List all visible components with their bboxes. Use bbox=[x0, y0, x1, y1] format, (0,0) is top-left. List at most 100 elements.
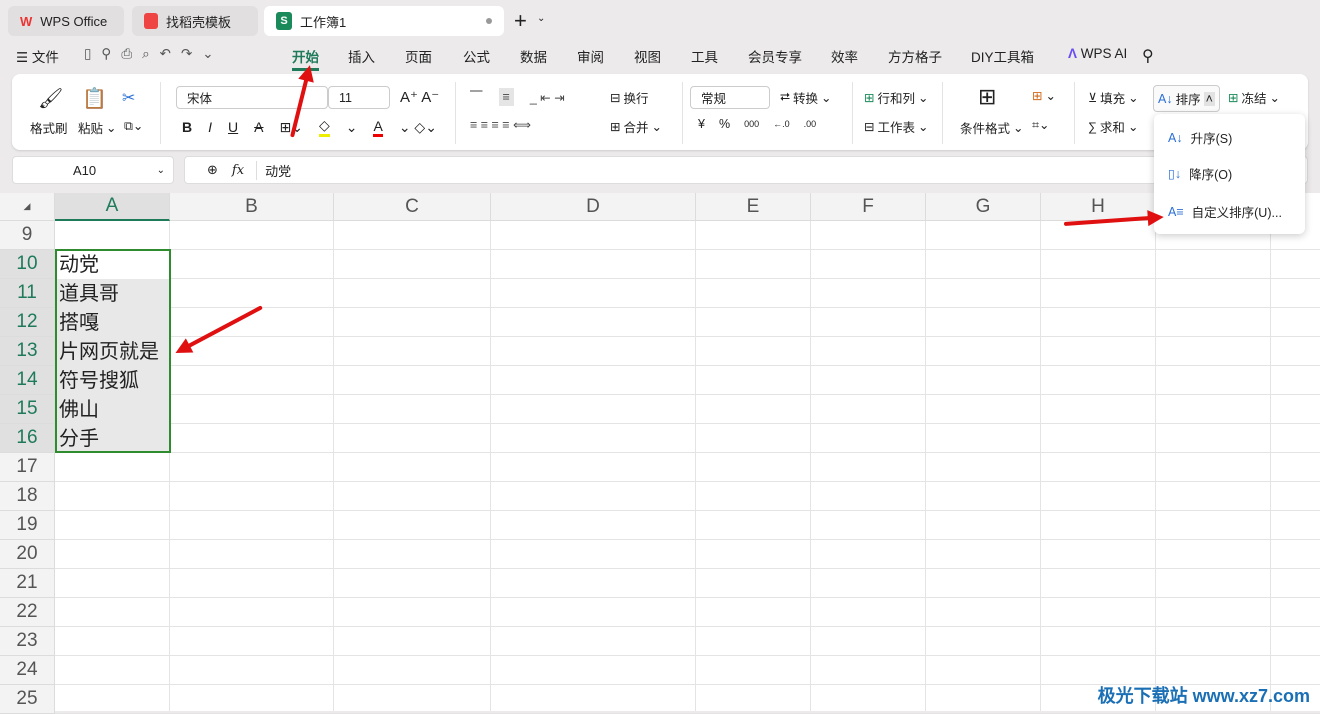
cut-icon[interactable]: ✂ bbox=[122, 88, 135, 108]
menu-item-diy[interactable]: DIY工具箱 bbox=[971, 46, 1034, 66]
row-header-21[interactable]: 21 bbox=[0, 569, 55, 598]
column-header-a[interactable]: A bbox=[55, 193, 170, 221]
menu-item-data[interactable]: 数据 bbox=[520, 46, 547, 66]
row-header-13[interactable]: 13 bbox=[0, 337, 55, 366]
menu-label: 降序(O) bbox=[1189, 168, 1233, 182]
spreadsheet-grid[interactable]: ◢ ABCDEFGHI91011121314151617181920212223… bbox=[0, 193, 1320, 714]
zoom-icon[interactable]: ⊕ bbox=[207, 162, 218, 178]
row-header-9[interactable]: 9 bbox=[0, 221, 55, 250]
menu-item-insert[interactable]: 插入 bbox=[348, 46, 375, 66]
formula-bar[interactable]: ⊕ fx 动党 bbox=[184, 156, 1308, 184]
chevron-down-icon[interactable]: ⌄ bbox=[537, 13, 545, 24]
sum-button[interactable]: ∑ 求和 ⌄ bbox=[1088, 117, 1138, 136]
worksheet-label: 工作表 bbox=[877, 121, 915, 135]
thousands-button[interactable]: 000 bbox=[744, 119, 759, 129]
gridline bbox=[1040, 221, 1041, 711]
decimal-decrease-button[interactable]: .00 bbox=[804, 119, 817, 129]
number-buttons[interactable]: ¥% 000 ←.0 .00 bbox=[698, 117, 816, 131]
row-header-17[interactable]: 17 bbox=[0, 453, 55, 482]
tab-workbook[interactable]: S 工作簿1 bbox=[264, 6, 504, 36]
row-header-11[interactable]: 11 bbox=[0, 279, 55, 308]
fx-icon[interactable]: fx bbox=[232, 163, 244, 178]
convert-button[interactable]: ⮂ 转换 ⌄ bbox=[780, 88, 832, 107]
tab-template[interactable]: 找稻壳模板 bbox=[132, 6, 258, 36]
wrap-text-button[interactable]: ⊟ 换行 bbox=[610, 88, 649, 107]
quick-access-icons[interactable]: ▯⚲⎙⌕↶↷⌄ bbox=[84, 46, 224, 62]
row-header-25[interactable]: 25 bbox=[0, 685, 55, 714]
formula-input[interactable]: 动党 bbox=[256, 160, 291, 180]
menu-item-tools[interactable]: 工具 bbox=[691, 46, 718, 66]
sort-button[interactable]: A↓ 排序 ˄ bbox=[1153, 85, 1220, 112]
row-header-16[interactable]: 16 bbox=[0, 424, 55, 453]
cell-a15[interactable]: 佛山 bbox=[56, 395, 170, 424]
row-header-12[interactable]: 12 bbox=[0, 308, 55, 337]
decimal-increase-button[interactable]: ←.0 bbox=[773, 119, 790, 129]
tab-wps-office[interactable]: W WPS Office bbox=[8, 6, 124, 36]
gridline bbox=[1270, 221, 1271, 711]
menu-item-efficiency[interactable]: 效率 bbox=[831, 46, 858, 66]
cell-style-icon[interactable]: ⊞ ⌄ bbox=[1032, 88, 1056, 103]
row-header-22[interactable]: 22 bbox=[0, 598, 55, 627]
halign-buttons[interactable]: ≡ ≡ ≡ ≡ ⟺ bbox=[470, 117, 531, 132]
new-tab-icon[interactable]: + bbox=[514, 8, 527, 34]
cell-a12[interactable]: 搭嘎 bbox=[56, 308, 170, 337]
row-header-20[interactable]: 20 bbox=[0, 540, 55, 569]
menu-item-formula[interactable]: 公式 bbox=[463, 46, 490, 66]
column-header-e[interactable]: E bbox=[696, 193, 811, 221]
row-header-14[interactable]: 14 bbox=[0, 366, 55, 395]
merge-button[interactable]: ⊞ 合并 ⌄ bbox=[610, 117, 662, 136]
cell-a13[interactable]: 片网页就是 bbox=[56, 337, 170, 366]
sort-descending-item[interactable]: ▯↓ 降序(O) bbox=[1168, 164, 1232, 183]
copy-icon[interactable]: ⧉⌄ bbox=[124, 118, 143, 134]
menu-item-review[interactable]: 审阅 bbox=[577, 46, 604, 66]
row-header-24[interactable]: 24 bbox=[0, 656, 55, 685]
format-painter-button[interactable]: 格式刷 bbox=[30, 118, 68, 137]
rows-cols-button[interactable]: ⊞ 行和列 ⌄ bbox=[864, 88, 928, 107]
wps-ai-label: WPS AI bbox=[1080, 46, 1128, 61]
paste-button[interactable]: 粘贴 ⌄ bbox=[78, 118, 117, 137]
wps-ai-button[interactable]: Λ WPS AI bbox=[1068, 46, 1127, 61]
select-all-corner[interactable]: ◢ bbox=[0, 193, 55, 221]
cell-a16[interactable]: 分手 bbox=[56, 424, 170, 453]
menu-item-page[interactable]: 页面 bbox=[405, 46, 432, 66]
cell-a14[interactable]: 符号搜狐 bbox=[56, 366, 170, 395]
gridline bbox=[55, 539, 1320, 540]
column-header-d[interactable]: D bbox=[491, 193, 696, 221]
row-header-23[interactable]: 23 bbox=[0, 627, 55, 656]
menu-item-view[interactable]: 视图 bbox=[634, 46, 661, 66]
ribbon-toolbar: 🖌 格式刷 📋 粘贴 ⌄ ✂ ⧉⌄ 宋体 11 A⁺ A⁻ B I U A ⊞⌄ ◇ ⌄ A… bbox=[12, 74, 1308, 150]
custom-sort-item[interactable]: A≡ 自定义排序(U)... bbox=[1168, 202, 1282, 221]
fill-button[interactable]: ⊻ 填充 ⌄ bbox=[1088, 88, 1139, 107]
conditional-format-button[interactable]: 条件格式 ⌄ bbox=[960, 118, 1024, 137]
font-style-buttons[interactable]: B I U A ⊞⌄ ◇ ⌄ A ⌄ ◇⌄ bbox=[182, 117, 437, 137]
percent-button[interactable]: % bbox=[719, 117, 730, 131]
gridline bbox=[55, 249, 1320, 250]
column-header-g[interactable]: G bbox=[926, 193, 1041, 221]
sort-label: 排序 bbox=[1175, 93, 1201, 107]
search-icon[interactable]: ⚲ bbox=[1142, 46, 1154, 66]
file-menu[interactable]: ☰ 文件 bbox=[16, 46, 59, 66]
menu-item-ffgz[interactable]: 方方格子 bbox=[888, 46, 942, 66]
cell-a10[interactable]: 动党 bbox=[56, 250, 170, 279]
freeze-button[interactable]: ⊞ 冻结 ⌄ bbox=[1228, 88, 1280, 107]
number-format-select[interactable]: 常规 bbox=[690, 86, 770, 109]
font-size-adjust[interactable]: A⁺ A⁻ bbox=[400, 88, 439, 106]
align-buttons[interactable]: ⎺ ≡ _ ⇤ ⇥ bbox=[470, 88, 565, 106]
border-icon[interactable]: ⌗⌄ bbox=[1032, 117, 1050, 133]
row-header-18[interactable]: 18 bbox=[0, 482, 55, 511]
row-header-15[interactable]: 15 bbox=[0, 395, 55, 424]
currency-button[interactable]: ¥ bbox=[698, 117, 705, 131]
column-header-f[interactable]: F bbox=[811, 193, 926, 221]
sort-ascending-item[interactable]: A↓ 升序(S) bbox=[1168, 128, 1232, 147]
name-box[interactable]: A10 ⌄ bbox=[12, 156, 174, 184]
column-header-b[interactable]: B bbox=[170, 193, 334, 221]
conditional-format-icon: ⊞ bbox=[978, 84, 997, 109]
cond-format-label: 条件格式 bbox=[960, 122, 1011, 136]
cell-a11[interactable]: 道具哥 bbox=[56, 279, 170, 308]
row-header-19[interactable]: 19 bbox=[0, 511, 55, 540]
menu-item-member[interactable]: 会员专享 bbox=[748, 46, 802, 66]
worksheet-button[interactable]: ⊟ 工作表 ⌄ bbox=[864, 117, 928, 136]
font-size-select[interactable]: 11 bbox=[328, 86, 390, 109]
column-header-c[interactable]: C bbox=[334, 193, 491, 221]
row-header-10[interactable]: 10 bbox=[0, 250, 55, 279]
